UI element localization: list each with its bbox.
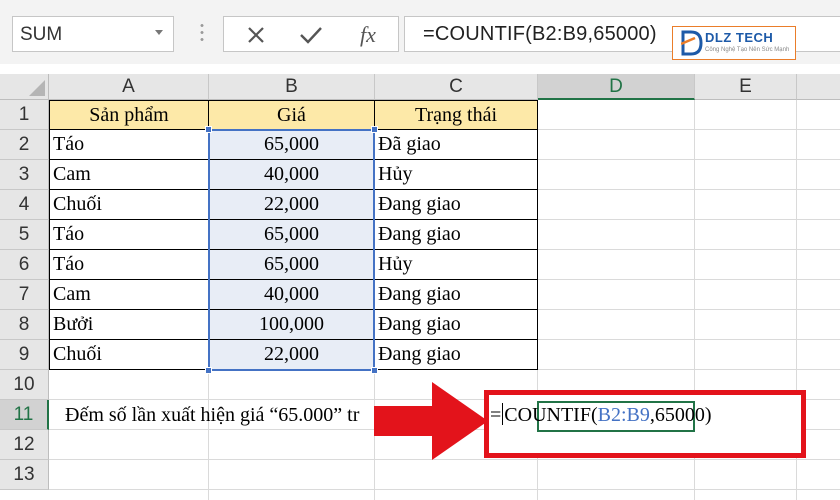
table-cell[interactable]: 100,000	[209, 310, 375, 340]
formula-commands: fx	[223, 16, 399, 52]
chevron-down-icon[interactable]	[155, 30, 163, 35]
row-header-6[interactable]: 6	[0, 250, 49, 280]
table-cell[interactable]: 40,000	[209, 160, 375, 190]
name-box[interactable]: SUM	[12, 16, 174, 52]
table-cell[interactable]: Chuối	[49, 340, 209, 370]
check-icon	[300, 27, 322, 44]
table-cell[interactable]: 22,000	[209, 190, 375, 220]
logo-text: DLZ TECH	[705, 30, 774, 45]
row-header-12[interactable]: 12	[0, 430, 49, 460]
header-cell-price[interactable]: Giá	[209, 100, 375, 130]
table-cell[interactable]: 65,000	[209, 130, 375, 160]
row-header-11[interactable]: 11	[0, 400, 49, 430]
table-cell[interactable]: Táo	[49, 220, 209, 250]
row-header-2[interactable]: 2	[0, 130, 49, 160]
row-header-4[interactable]: 4	[0, 190, 49, 220]
formula-equals: =	[490, 404, 502, 426]
header-cell-status[interactable]: Trạng thái	[375, 100, 538, 130]
worksheet-grid[interactable]: A B C D E 1 2 3 4 5 6 7 8 9 10 11 12 13 …	[0, 74, 840, 500]
dlz-tech-logo: DLZ TECH Công Nghệ Tạo Nên Sức Mạnh	[672, 26, 796, 60]
formula-bar: SUM fx =COUNTIF(B2:B9,65000) DLZ TECH Cô…	[0, 0, 840, 64]
cancel-button[interactable]	[236, 21, 276, 49]
row11-description[interactable]: Đếm số lần xuất hiện giá “65.000” tr	[65, 401, 359, 430]
table-cell[interactable]: Đang giao	[375, 310, 538, 340]
table-cell[interactable]: Đang giao	[375, 190, 538, 220]
table-cell[interactable]: Táo	[49, 250, 209, 280]
formula-function: COUNTIF(	[504, 404, 598, 426]
table-cell[interactable]: 40,000	[209, 280, 375, 310]
splitter-handle[interactable]	[200, 22, 204, 44]
table-cell[interactable]: Cam	[49, 280, 209, 310]
row-header-3[interactable]: 3	[0, 160, 49, 190]
row-header-8[interactable]: 8	[0, 310, 49, 340]
table-cell[interactable]: Đang giao	[375, 280, 538, 310]
table-cell[interactable]: Táo	[49, 130, 209, 160]
row-header-13[interactable]: 13	[0, 460, 49, 490]
insert-function-button[interactable]: fx	[348, 21, 388, 49]
table-cell[interactable]: 65,000	[209, 220, 375, 250]
table-cell[interactable]: Cam	[49, 160, 209, 190]
column-header-c[interactable]: C	[375, 74, 538, 100]
column-header-f[interactable]	[797, 74, 840, 100]
column-header-d[interactable]: D	[538, 74, 695, 100]
table-cell[interactable]: Bưởi	[49, 310, 209, 340]
row-header-7[interactable]: 7	[0, 280, 49, 310]
column-header-e[interactable]: E	[695, 74, 797, 100]
gridline	[49, 489, 840, 490]
table-cell[interactable]: Chuối	[49, 190, 209, 220]
cell-edit-formula[interactable]: = COUNTIF(B2:B9,65000)	[490, 401, 712, 430]
row-header-5[interactable]: 5	[0, 220, 49, 250]
select-all-button[interactable]	[0, 74, 49, 100]
red-arrow-icon	[374, 382, 488, 460]
column-header-a[interactable]: A	[49, 74, 209, 100]
formula-criteria: ,65000)	[649, 404, 712, 426]
range-handle[interactable]	[371, 367, 378, 374]
formula-range-ref: B2:B9	[597, 404, 650, 426]
table-cell[interactable]: 22,000	[209, 340, 375, 370]
table-cell[interactable]: Đang giao	[375, 340, 538, 370]
logo-d-icon	[681, 30, 703, 56]
range-handle[interactable]	[205, 367, 212, 374]
select-all-triangle-icon	[29, 80, 45, 96]
name-box-value: SUM	[20, 24, 63, 45]
column-header-b[interactable]: B	[209, 74, 375, 100]
row-header-10[interactable]: 10	[0, 370, 49, 400]
fx-icon: fx	[360, 22, 376, 47]
range-handle[interactable]	[371, 126, 378, 133]
row-header-1[interactable]: 1	[0, 100, 49, 130]
table-cell[interactable]: 65,000	[209, 250, 375, 280]
table-cell[interactable]: Hủy	[375, 250, 538, 280]
enter-button[interactable]	[291, 21, 331, 49]
range-handle[interactable]	[205, 126, 212, 133]
table-cell[interactable]: Đang giao	[375, 220, 538, 250]
x-icon	[248, 27, 264, 43]
row-header-9[interactable]: 9	[0, 340, 49, 370]
formula-text: =COUNTIF(B2:B9,65000)	[423, 23, 657, 45]
logo-tagline: Công Nghệ Tạo Nên Sức Mạnh	[705, 47, 790, 53]
table-cell[interactable]: Hủy	[375, 160, 538, 190]
table-cell[interactable]: Đã giao	[375, 130, 538, 160]
header-cell-product[interactable]: Sản phẩm	[49, 100, 209, 130]
